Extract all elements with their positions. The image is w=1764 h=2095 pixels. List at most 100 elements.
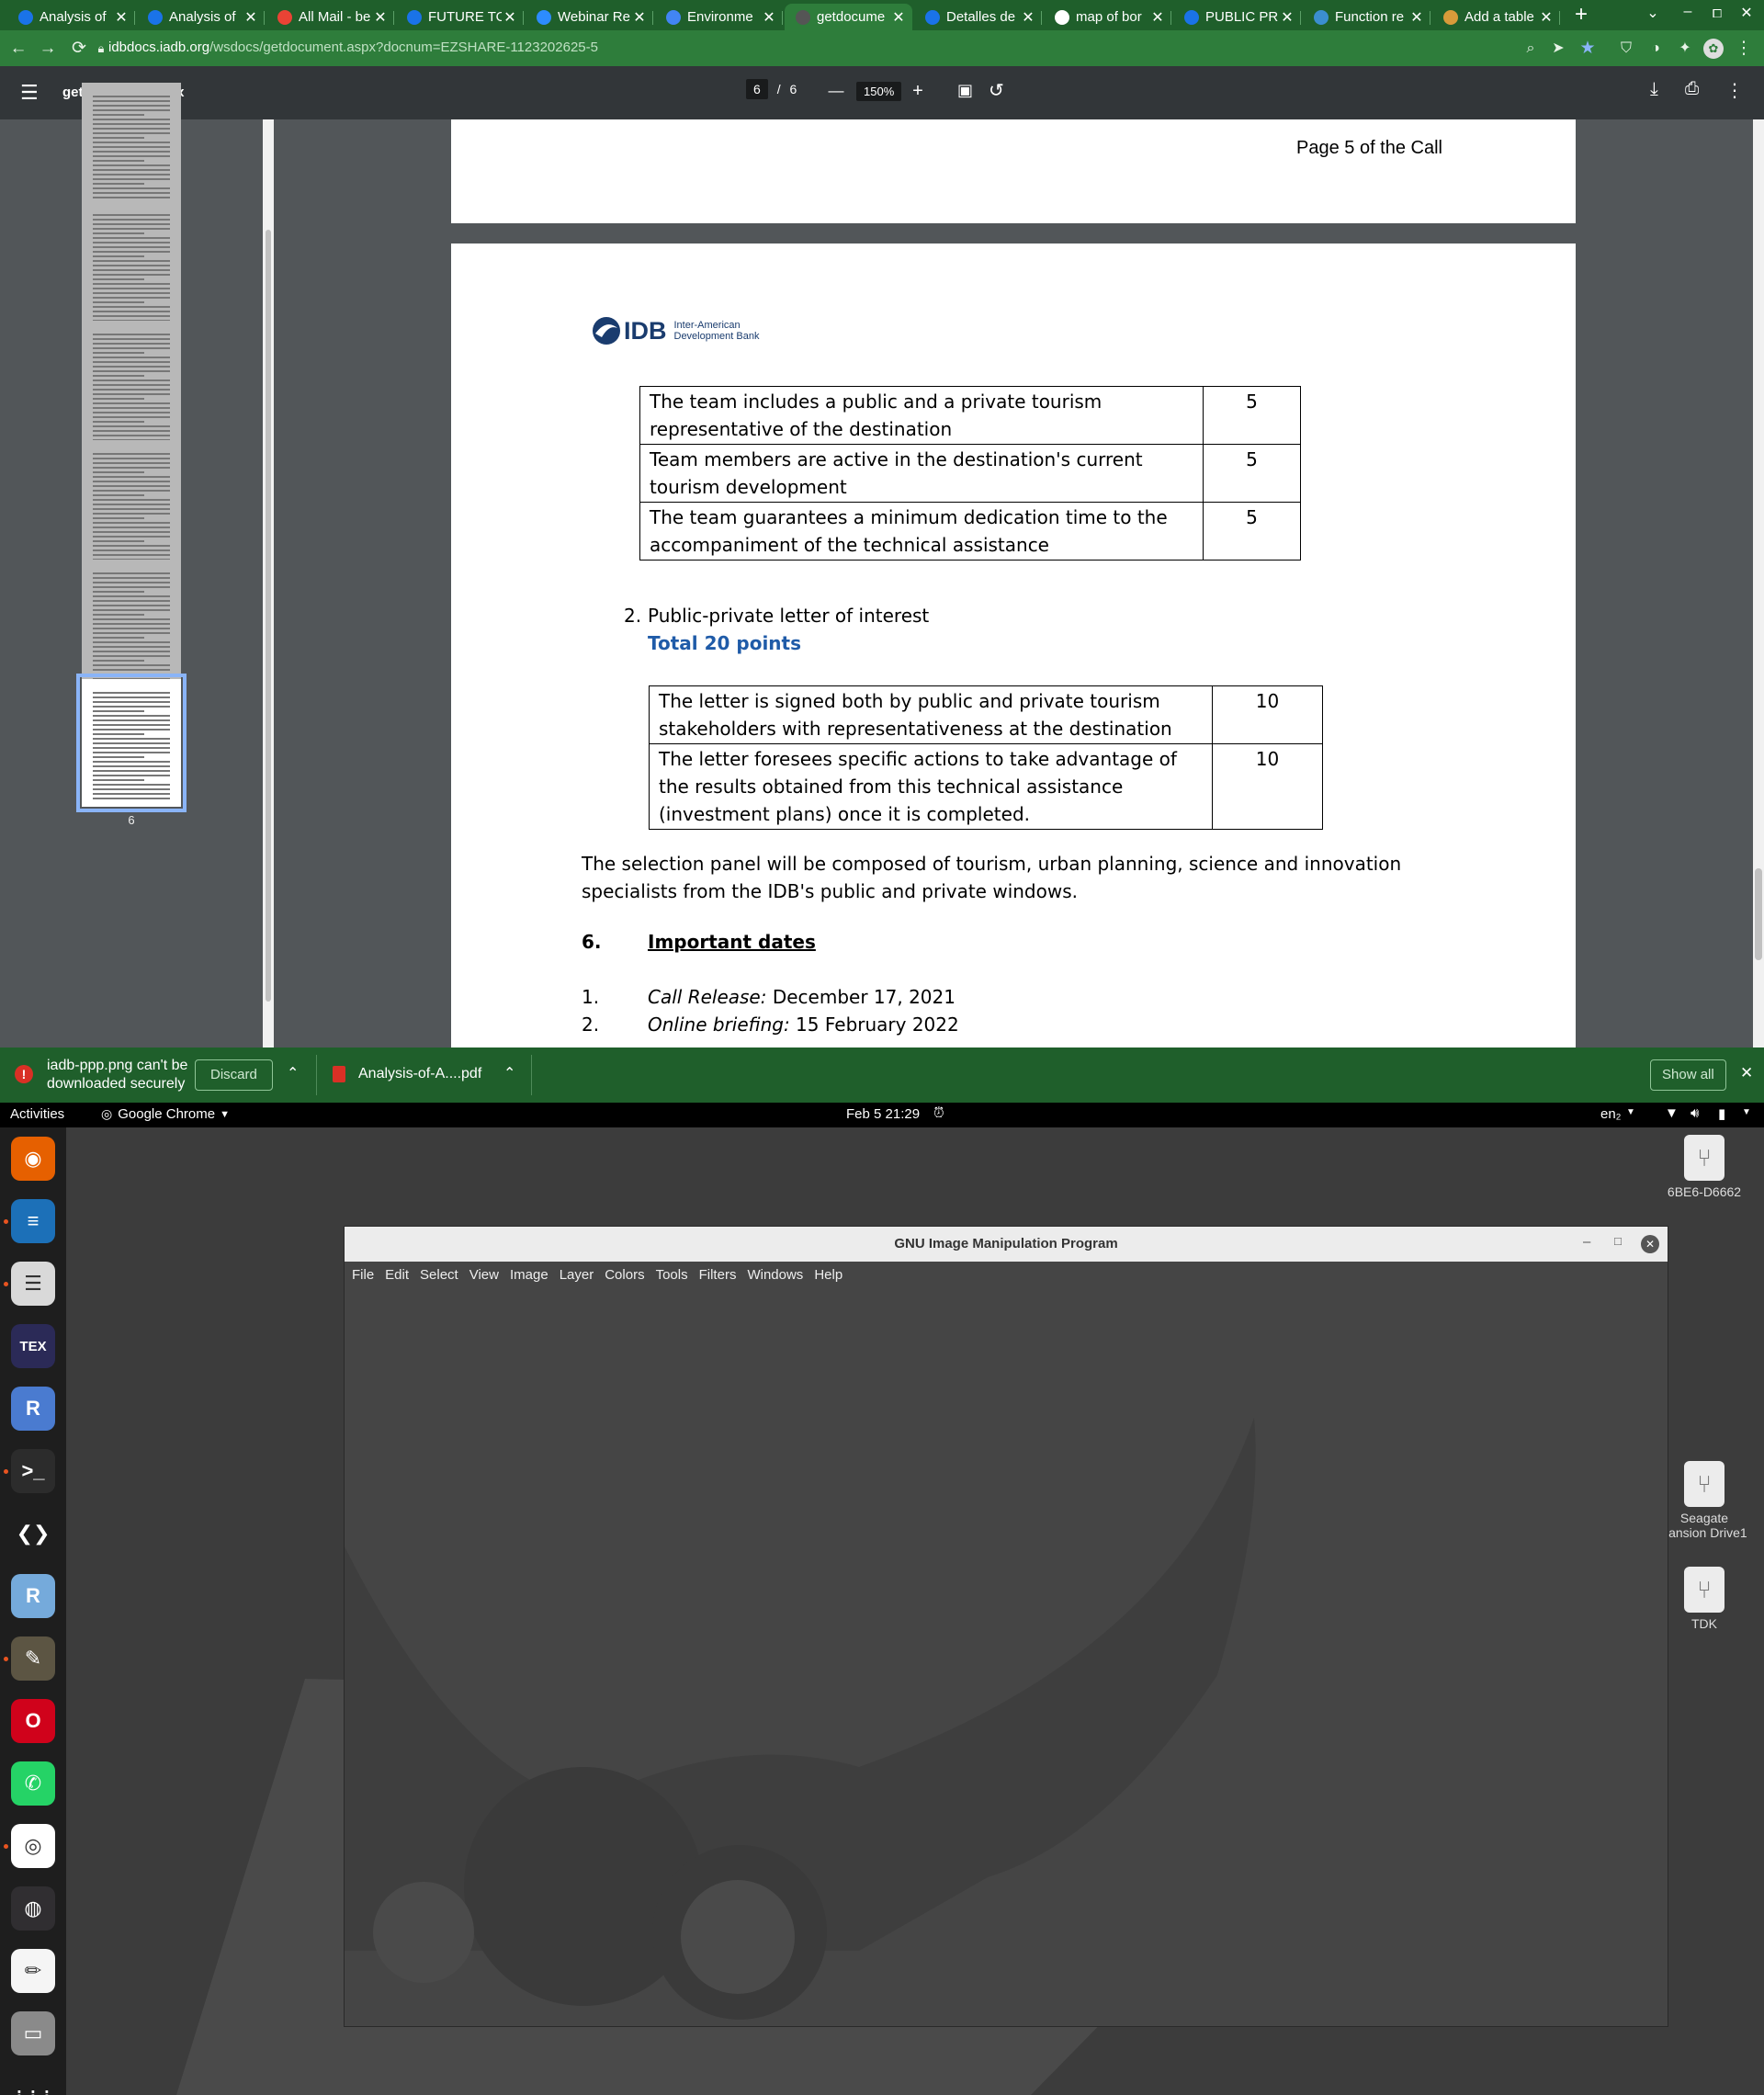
desktop-drive[interactable]: ⑂ Seagate pansion Drive1 bbox=[1654, 1461, 1755, 1540]
input-language[interactable]: en₂ bbox=[1600, 1106, 1622, 1122]
chevron-up-icon[interactable]: ⌃ bbox=[503, 1064, 515, 1082]
tab-close-icon[interactable]: ✕ bbox=[1149, 8, 1166, 27]
fit-page-icon[interactable]: ▣ bbox=[957, 81, 973, 100]
page-number-input[interactable]: 6 bbox=[746, 79, 768, 99]
page-thumbnail[interactable] bbox=[82, 201, 181, 329]
profile-avatar[interactable]: ✿ bbox=[1703, 39, 1724, 59]
new-tab-button[interactable]: + bbox=[1567, 2, 1595, 28]
tab-6[interactable]: Environme ✕ bbox=[655, 4, 783, 30]
zoom-out-icon[interactable]: — bbox=[826, 77, 846, 105]
document-scrollbar[interactable] bbox=[1753, 119, 1764, 1048]
texmaker-icon[interactable]: TEX bbox=[11, 1324, 55, 1368]
gimp-menu-colors[interactable]: Colors bbox=[605, 1262, 644, 1289]
extension-shield-icon[interactable]: ⛉ bbox=[1615, 38, 1637, 60]
gimp-menu-image[interactable]: Image bbox=[510, 1262, 548, 1289]
zoom-in-icon[interactable]: + bbox=[908, 77, 928, 105]
gimp-menu-view[interactable]: View bbox=[469, 1262, 499, 1289]
tab-4[interactable]: FUTURE TO ✕ bbox=[396, 4, 524, 30]
address-bar[interactable]: idbdocs.iadb.org/wsdocs/getdocument.aspx… bbox=[108, 37, 598, 59]
minimize-icon[interactable]: – bbox=[1678, 4, 1698, 20]
tab-close-icon[interactable]: ✕ bbox=[1279, 8, 1295, 27]
gimp-close-icon[interactable]: ✕ bbox=[1641, 1235, 1659, 1253]
obs-icon[interactable]: ◍ bbox=[11, 1886, 55, 1931]
tab-close-icon[interactable]: ✕ bbox=[890, 8, 907, 27]
tab-close-icon[interactable]: ✕ bbox=[761, 8, 777, 27]
tab-close-icon[interactable]: ✕ bbox=[502, 8, 518, 27]
print-icon[interactable]: ⎙ bbox=[1685, 79, 1699, 99]
hamburger-menu-icon[interactable]: ☰ bbox=[20, 81, 39, 105]
activities-button[interactable]: Activities bbox=[10, 1106, 64, 1122]
volume-icon[interactable]: 🔊︎ bbox=[1690, 1105, 1699, 1121]
extensions-puzzle-icon[interactable]: ✦ bbox=[1674, 38, 1696, 60]
libreoffice-writer-icon[interactable]: ≡ bbox=[11, 1199, 55, 1243]
document-viewer-icon[interactable]: ☰ bbox=[11, 1262, 55, 1306]
sidebar-scrollbar[interactable] bbox=[263, 119, 274, 1048]
battery-icon[interactable]: ▮ bbox=[1718, 1105, 1725, 1122]
tab-close-icon[interactable]: ✕ bbox=[1020, 8, 1036, 27]
text-editor-icon[interactable]: ✏ bbox=[11, 1949, 55, 1993]
extension-circle-icon[interactable]: ◑ bbox=[1645, 38, 1667, 60]
chevron-down-icon[interactable]: ▼ bbox=[1626, 1107, 1635, 1117]
zoom-level[interactable]: 150% bbox=[856, 82, 902, 101]
tab-search-icon[interactable]: ⌄ bbox=[1643, 4, 1663, 22]
rstudio-icon[interactable]: R bbox=[11, 1574, 55, 1618]
tab-close-icon[interactable]: ✕ bbox=[631, 8, 648, 27]
gimp-menu-tools[interactable]: Tools bbox=[656, 1262, 688, 1289]
app-menu[interactable]: ◎ Google Chrome ▼ bbox=[101, 1106, 230, 1122]
back-icon[interactable]: ← bbox=[7, 38, 29, 60]
send-icon[interactable]: ➤ bbox=[1547, 38, 1569, 60]
tab-12[interactable]: Add a table ✕ bbox=[1432, 4, 1560, 30]
chrome-icon[interactable]: ◎ bbox=[11, 1824, 55, 1868]
tab-1[interactable]: Analysis of ✕ bbox=[7, 4, 135, 30]
terminal-icon[interactable]: >_ bbox=[11, 1449, 55, 1493]
chrome-menu-icon[interactable]: ⋮ bbox=[1733, 38, 1755, 60]
tab-3[interactable]: All Mail - be ✕ bbox=[266, 4, 394, 30]
tab-close-icon[interactable]: ✕ bbox=[243, 8, 259, 27]
rotate-icon[interactable]: ↺ bbox=[989, 79, 1004, 102]
desktop-drive[interactable]: ⑂ 6BE6-D6662 bbox=[1654, 1135, 1755, 1199]
gimp-menu-filters[interactable]: Filters bbox=[699, 1262, 737, 1289]
gimp-menu-file[interactable]: File bbox=[352, 1262, 374, 1289]
maximize-icon[interactable]: ⧠ bbox=[1707, 6, 1727, 21]
close-download-bar-icon[interactable]: ✕ bbox=[1740, 1064, 1753, 1082]
gimp-menu-edit[interactable]: Edit bbox=[385, 1262, 409, 1289]
page-thumbnail[interactable] bbox=[82, 321, 181, 448]
tab-5[interactable]: Webinar Re ✕ bbox=[526, 4, 653, 30]
wifi-icon[interactable]: ▼ bbox=[1665, 1105, 1679, 1121]
tab-2[interactable]: Analysis of ✕ bbox=[137, 4, 265, 30]
tab-close-icon[interactable]: ✕ bbox=[113, 8, 130, 27]
pdf-more-icon[interactable]: ⋮ bbox=[1725, 79, 1744, 102]
desktop-drive[interactable]: ⑂ TDK bbox=[1654, 1567, 1755, 1631]
reload-icon[interactable]: ⟳ bbox=[68, 38, 90, 60]
tab-close-icon[interactable]: ✕ bbox=[372, 8, 389, 27]
gimp-icon[interactable]: ✎ bbox=[11, 1636, 55, 1681]
gimp-minimize-icon[interactable]: – bbox=[1583, 1234, 1590, 1250]
bookmark-star-icon[interactable]: ★ bbox=[1577, 38, 1599, 60]
chevron-down-icon[interactable]: ▼ bbox=[1742, 1107, 1751, 1117]
gimp-menu-windows[interactable]: Windows bbox=[747, 1262, 803, 1289]
whatsapp-icon[interactable]: ✆ bbox=[11, 1761, 55, 1806]
chevron-up-icon[interactable]: ⌃ bbox=[287, 1064, 299, 1082]
tab-close-icon[interactable]: ✕ bbox=[1538, 8, 1555, 27]
discard-button[interactable]: Discard bbox=[195, 1059, 273, 1091]
zoom-icon[interactable]: ⌕ bbox=[1520, 38, 1542, 60]
gimp-title[interactable]: GNU Image Manipulation Program bbox=[345, 1227, 1668, 1262]
tab-8[interactable]: Detalles de ✕ bbox=[914, 4, 1042, 30]
r-icon[interactable]: R bbox=[11, 1387, 55, 1431]
gimp-menu-layer[interactable]: Layer bbox=[560, 1262, 594, 1289]
page-thumbnail[interactable] bbox=[82, 83, 181, 210]
tab-close-icon[interactable]: ✕ bbox=[1408, 8, 1425, 27]
clock[interactable]: Feb 5 21:29 bbox=[846, 1106, 920, 1122]
page-thumbnail[interactable] bbox=[76, 674, 187, 812]
tab-11[interactable]: Function re ✕ bbox=[1303, 4, 1430, 30]
download-file-name[interactable]: Analysis-of-A....pdf bbox=[358, 1066, 481, 1082]
vscode-icon[interactable]: ❮❯ bbox=[11, 1512, 55, 1556]
show-all-button[interactable]: Show all bbox=[1650, 1059, 1726, 1091]
gimp-menu-select[interactable]: Select bbox=[420, 1262, 458, 1289]
tab-9[interactable]: map of bor ✕ bbox=[1044, 4, 1171, 30]
page-thumbnail[interactable] bbox=[82, 440, 181, 568]
show-apps-icon[interactable]: ⋮⋮⋮ bbox=[11, 2074, 55, 2095]
gimp-maximize-icon[interactable]: □ bbox=[1614, 1234, 1622, 1248]
download-icon[interactable]: ⤓ bbox=[1650, 79, 1658, 100]
gimp-menu-help[interactable]: Help bbox=[814, 1262, 842, 1289]
